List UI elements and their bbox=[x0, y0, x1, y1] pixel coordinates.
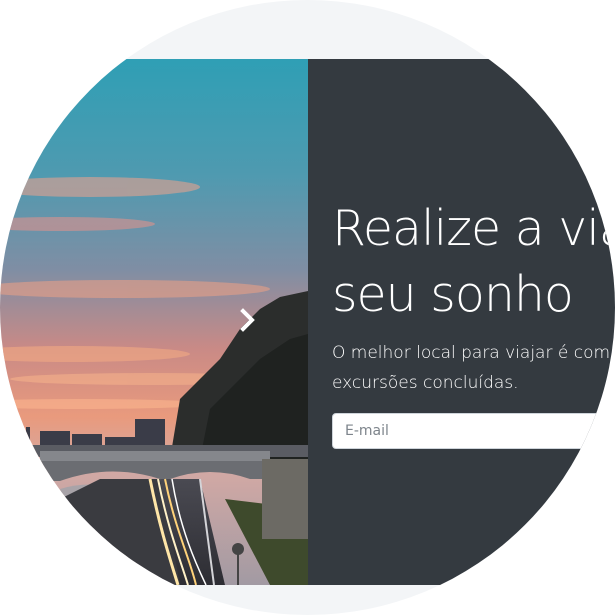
headline-line-2: seu sonho bbox=[332, 266, 574, 323]
viewport-lens: Realize a via seu sonho O melhor local p… bbox=[0, 0, 615, 615]
hero-photo bbox=[0, 59, 308, 585]
chevron-right-icon bbox=[240, 308, 255, 332]
email-field[interactable] bbox=[332, 413, 615, 449]
headline-line-1: Realize a via bbox=[332, 200, 615, 257]
hero-text-panel: Realize a via seu sonho O melhor local p… bbox=[308, 59, 615, 585]
hero-section: Realize a via seu sonho O melhor local p… bbox=[0, 59, 615, 585]
lead-line-1: O melhor local para viajar é com bbox=[332, 343, 611, 363]
carousel-next-control[interactable] bbox=[236, 306, 260, 334]
lead-line-2: excursões concluídas. bbox=[332, 373, 519, 393]
hero-lead-text: O melhor local para viajar é com excursõ… bbox=[332, 338, 610, 398]
hero-headline: Realize a via seu sonho bbox=[332, 196, 615, 328]
